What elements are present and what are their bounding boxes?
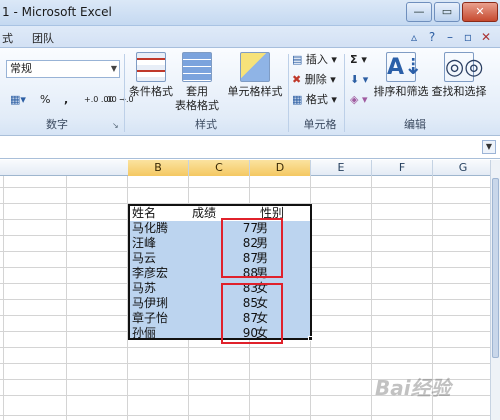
number-format-value: 常规 [10, 62, 32, 75]
ribbon: 常规 ▼ ▦▾ % , +.0 .00 .00 →.0 数字 ↘ 条件格式 套用… [0, 48, 500, 136]
cell-styles-label: 单元格样式 [227, 85, 283, 98]
column-header-b[interactable]: B [128, 160, 189, 176]
number-group-label: 数字 [46, 118, 68, 131]
sort-filter-button[interactable]: A⇣ 排序和筛选 [372, 52, 430, 99]
styles-group-label: 样式 [195, 118, 217, 131]
number-format-select[interactable]: 常规 ▼ [6, 60, 120, 78]
find-select-label: 查找和选择 [431, 85, 487, 98]
column-header-c[interactable]: C [189, 160, 250, 176]
insert-label: 插入 [305, 53, 328, 66]
column-headers: B C D E F G [0, 160, 490, 176]
format-as-table-label-top: 套用 [186, 85, 208, 98]
cell-styles-icon [240, 52, 270, 82]
expand-formula-bar-icon[interactable]: ▼ [482, 140, 496, 154]
fill-handle[interactable] [308, 336, 313, 341]
column-header-d[interactable]: D [250, 160, 311, 176]
conditional-format-label: 条件格式 [129, 85, 173, 98]
cell-name[interactable]: 马伊琍 [132, 296, 190, 311]
binoculars-icon: ◎◎ [444, 52, 483, 82]
delete-icon: ✖ [292, 73, 302, 86]
help-icon[interactable]: ? [424, 29, 440, 45]
window-minimize-icon[interactable]: – [442, 29, 458, 45]
editing-group-label: 编辑 [404, 118, 426, 131]
format-as-table-label-bottom: 表格格式 [175, 99, 219, 112]
column-header-e[interactable]: E [311, 160, 372, 176]
watermark: Bai经验 [375, 376, 451, 400]
cell-name[interactable]: 汪峰 [132, 236, 190, 251]
format-button[interactable]: ▦ 格式 ▾ [292, 92, 337, 108]
sort-filter-icon: A⇣ [386, 52, 422, 82]
ribbon-tabs: 式 团队 ▵ ? – ▫ ✕ [0, 26, 500, 48]
autosum-icon[interactable]: Σ ▾ [350, 52, 367, 68]
window-restore-icon[interactable]: ▫ [460, 29, 476, 45]
cell-name[interactable]: 章子怡 [132, 311, 190, 326]
cell-name[interactable]: 孙俪 [132, 326, 190, 341]
group-separator [288, 54, 289, 132]
group-separator [124, 54, 125, 132]
cell-name[interactable]: 李彦宏 [132, 266, 190, 281]
comma-button[interactable]: , [64, 92, 68, 108]
column-header-f[interactable]: F [372, 160, 433, 176]
window-close-icon[interactable]: ✕ [478, 29, 494, 45]
window-title: 1 - Microsoft Excel [2, 5, 112, 19]
currency-format-icon[interactable]: ▦▾ [10, 92, 26, 108]
delete-label: 删除 [304, 73, 327, 86]
chevron-down-icon: ▼ [110, 64, 117, 73]
clear-icon[interactable]: ◈ ▾ [350, 92, 367, 108]
fill-icon[interactable]: ⬇ ▾ [350, 72, 368, 88]
selected-range[interactable]: 姓名 成绩 性别 马化腾 77 男 汪峰 82 男 马云 87 男 李彦宏 88… [128, 204, 312, 340]
tab-formulas[interactable]: 式 [2, 30, 13, 46]
format-icon: ▦ [292, 93, 303, 106]
highlight-box-female [221, 283, 283, 344]
maximize-button[interactable]: ▭ [434, 2, 460, 22]
title-bar: 1 - Microsoft Excel — ▭ ✕ [0, 0, 500, 26]
close-button[interactable]: ✕ [462, 2, 498, 22]
sort-filter-label: 排序和筛选 [373, 85, 429, 98]
tab-team[interactable]: 团队 [32, 30, 54, 46]
insert-button[interactable]: ▤ 插入 ▾ [292, 52, 337, 68]
header-name[interactable]: 姓名 [132, 206, 190, 221]
cell-name[interactable]: 马化腾 [132, 221, 190, 236]
percent-button[interactable]: % [40, 92, 50, 108]
number-dialog-launcher-icon[interactable]: ↘ [112, 118, 119, 134]
cells-group-label: 单元格 [303, 118, 337, 131]
insert-icon: ▤ [292, 53, 303, 66]
group-separator [344, 54, 345, 132]
scrollbar-thumb[interactable] [492, 178, 499, 358]
conditional-format-icon [136, 52, 166, 82]
cell-name[interactable]: 马苏 [132, 281, 190, 296]
formula-bar[interactable]: ▼ [0, 137, 500, 159]
format-as-table-button[interactable]: 套用 表格格式 [174, 52, 220, 113]
ribbon-minimize-icon[interactable]: ▵ [406, 29, 422, 45]
highlight-box-male [221, 218, 283, 278]
table-format-icon [182, 52, 212, 82]
column-header-g[interactable]: G [433, 160, 490, 176]
conditional-format-button[interactable]: 条件格式 [128, 52, 174, 99]
cell-name[interactable]: 马云 [132, 251, 190, 266]
minimize-button[interactable]: — [406, 2, 432, 22]
delete-button[interactable]: ✖ 删除 ▾ [292, 72, 336, 88]
find-select-button[interactable]: ◎◎ 查找和选择 [430, 52, 488, 99]
format-label: 格式 [305, 93, 328, 106]
cell-styles-button[interactable]: 单元格样式 [226, 52, 284, 99]
